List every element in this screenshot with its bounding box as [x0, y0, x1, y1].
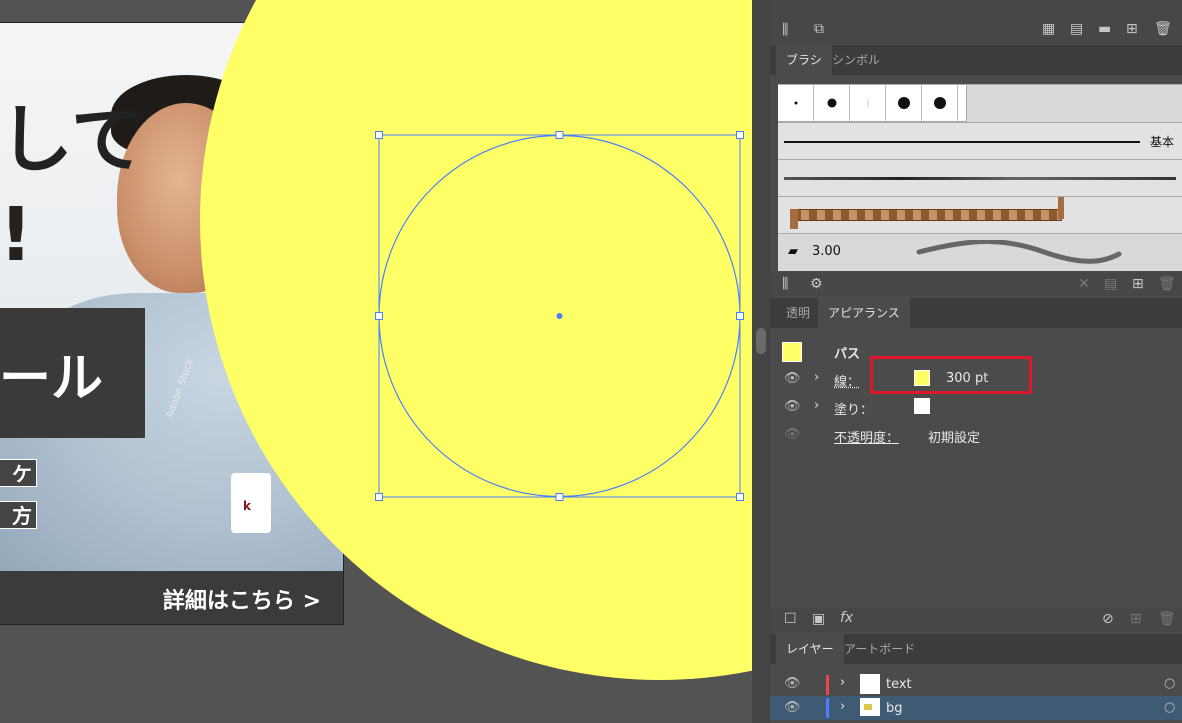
brush-dot-5[interactable] [922, 85, 958, 121]
handle-top-right[interactable] [736, 131, 744, 139]
fx-icon[interactable]: fx [840, 610, 853, 626]
appearance-opacity-row[interactable]: 👁 不透明度： 初期設定 [770, 422, 1182, 448]
duplicate-item-icon: ⊞ [1130, 611, 1142, 627]
brush-size-value: 3.00 [812, 244, 841, 259]
highlight-box [870, 356, 1032, 394]
handle-middle-right[interactable] [736, 312, 744, 320]
layer-text-color-bar [826, 675, 829, 695]
fill-label[interactable]: 塗り： [834, 399, 873, 418]
layer-bg-thumbnail [860, 698, 880, 716]
tab-artboards[interactable]: アートボード [834, 634, 925, 664]
layer-bg-target-icon[interactable]: ○ [1164, 700, 1175, 715]
layer-text-name[interactable]: text [886, 677, 912, 692]
stroke-label[interactable]: 線： [834, 371, 860, 390]
break-link-icon[interactable]: ▦ [1042, 21, 1055, 37]
stroke-expand-chevron-icon[interactable]: › [814, 370, 819, 385]
handle-bottom-right[interactable] [736, 493, 744, 501]
folder-icon[interactable]: ▬ [1098, 21, 1111, 37]
brush-basic-row[interactable]: 基本 [778, 122, 1182, 160]
options-icon[interactable]: ▤ [1070, 21, 1083, 37]
brush-dot-3[interactable] [850, 85, 886, 121]
add-stroke-icon[interactable]: ☐ [784, 611, 797, 627]
tab-transparency[interactable]: 透明 [776, 298, 820, 328]
brush-options2-icon: ▤ [1104, 276, 1118, 292]
tab-symbols[interactable]: シンボル [822, 45, 890, 75]
appearance-tabbar: 透明 アピアランス [770, 298, 1182, 328]
remove-stroke-icon: ✕ [1078, 276, 1090, 292]
symbols-toolbar: ⫼ ⧉ ▦ ▤ ▬ ⊞ 🗑 [770, 0, 1182, 44]
handle-top-center[interactable] [555, 131, 564, 139]
fill-color-swatch[interactable] [914, 398, 930, 414]
scrollbar-thumb[interactable] [756, 328, 766, 354]
place-symbol-icon[interactable]: ⧉ [814, 21, 824, 37]
right-panel-dock: ⫼ ⧉ ▦ ▤ ▬ ⊞ 🗑 ブラシ シンボル 基本 ▰ 3.00 ⫼ ⚙ ✕ ▤… [770, 0, 1182, 723]
stroke-eye-icon[interactable]: 👁 [784, 371, 801, 386]
brush-library: 基本 ▰ 3.00 [778, 84, 1182, 271]
layer-row-bg[interactable]: 👁 › bg ○ [770, 696, 1182, 720]
brush-pattern-row[interactable] [778, 196, 1182, 234]
basic-label: 基本 [1150, 135, 1175, 149]
layer-text-thumbnail [860, 674, 880, 694]
layer-text-target-icon[interactable]: ○ [1164, 676, 1175, 691]
selection-overlay[interactable] [0, 0, 752, 723]
trash-icon[interactable]: 🗑 [1154, 21, 1172, 37]
center-point[interactable] [556, 313, 563, 319]
brushes-tabbar: ブラシ シンボル [770, 45, 1182, 75]
brush-options-icon[interactable]: ⚙ [810, 276, 823, 292]
layer-bg-color-bar [826, 698, 829, 718]
brush-dot-2[interactable] [814, 85, 850, 121]
canvas[interactable]: して ! ール ケ 方 k Adobe Stock 詳細はこちら > [0, 0, 752, 723]
delete-brush-icon: 🗑 [1158, 276, 1176, 292]
object-thumbnail [782, 342, 802, 362]
layer-text-chevron-icon[interactable]: › [840, 675, 845, 690]
layer-bg-name[interactable]: bg [886, 701, 903, 716]
brush-size-icon: ▰ [788, 244, 798, 259]
fill-eye-icon[interactable]: 👁 [784, 399, 801, 414]
handle-bottom-left[interactable] [375, 493, 383, 501]
layers-tabbar: レイヤー アートボード [770, 634, 1182, 664]
handle-middle-left[interactable] [375, 312, 383, 320]
brush-dot-row [778, 85, 967, 122]
new-brush-icon[interactable]: ⊞ [1132, 276, 1144, 292]
opacity-label[interactable]: 不透明度： [834, 427, 899, 446]
delete-item-icon: 🗑 [1158, 611, 1176, 627]
add-fill-icon[interactable]: ▣ [812, 611, 825, 627]
basic-stroke-preview [784, 141, 1140, 143]
brush-dot-1[interactable] [778, 85, 814, 121]
layer-bg-eye-icon[interactable]: 👁 [784, 700, 801, 715]
library-icon[interactable]: ⫼ [782, 22, 788, 38]
opacity-value: 初期設定 [928, 431, 981, 446]
clear-appearance-icon[interactable]: ⊘ [1102, 611, 1114, 627]
brush-chalk-row[interactable] [778, 159, 1182, 197]
new-icon[interactable]: ⊞ [1126, 21, 1138, 37]
brush-dot-4[interactable] [886, 85, 922, 121]
brush-size-row: ▰ 3.00 [778, 233, 1182, 271]
layer-row-text[interactable]: 👁 › text ○ [770, 673, 1182, 695]
fill-expand-chevron-icon[interactable]: › [814, 398, 819, 413]
brushes-toolbar: ⫼ ⚙ ✕ ▤ ⊞ 🗑 [770, 272, 1182, 296]
pattern-stroke-preview [792, 209, 1062, 221]
handle-top-left[interactable] [375, 131, 383, 139]
canvas-scrollbar[interactable] [752, 0, 770, 723]
brush-library-icon[interactable]: ⫼ [782, 276, 788, 292]
tab-appearance[interactable]: アピアランス [818, 298, 910, 328]
object-type-label: パス [834, 347, 861, 362]
handle-bottom-center[interactable] [555, 493, 564, 501]
appearance-fill-row[interactable]: 👁 › 塗り： [770, 394, 1182, 420]
layer-bg-chevron-icon[interactable]: › [840, 699, 845, 714]
chalk-stroke-preview [784, 177, 1176, 180]
appearance-toolbar: ☐ ▣ fx ⊘ ⊞ 🗑 [770, 608, 1182, 632]
opacity-eye-icon: 👁 [784, 427, 801, 442]
tapered-stroke-preview[interactable] [914, 240, 1124, 266]
layer-text-eye-icon[interactable]: 👁 [784, 676, 801, 691]
